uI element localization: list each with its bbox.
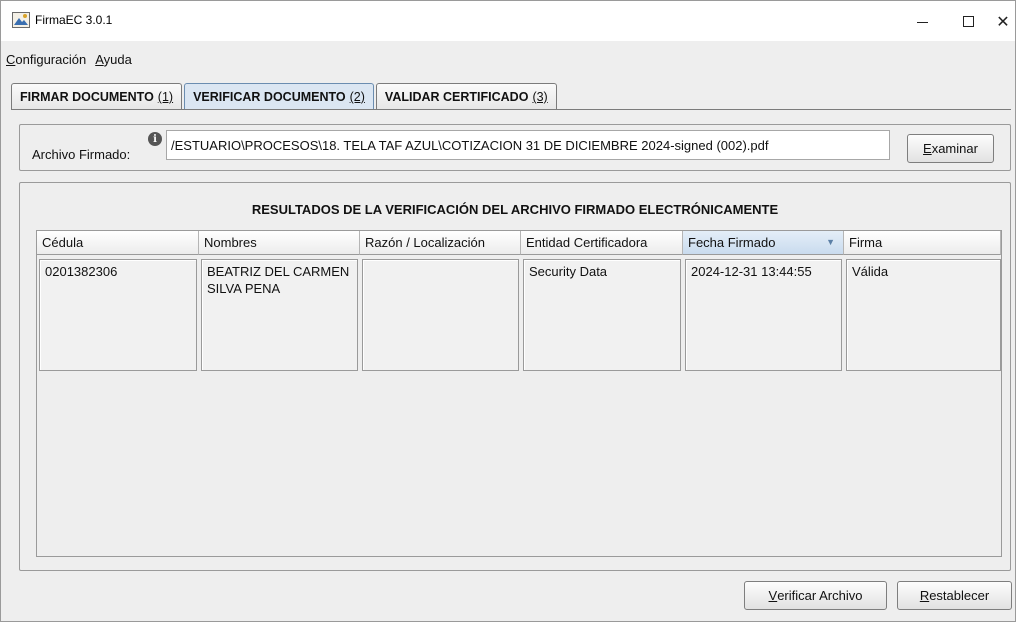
title-bar: FirmaEC 3.0.1 ✕: [1, 1, 1015, 41]
archivo-firmado-input[interactable]: [166, 130, 890, 160]
cell-entidad: Security Data: [523, 259, 681, 371]
tab-verificar-label: VERIFICAR DOCUMENTO: [193, 90, 346, 104]
sort-descending-icon: ▼: [826, 237, 835, 247]
tab-firmar-documento[interactable]: FIRMAR DOCUMENTO (1): [11, 83, 183, 110]
minimize-button[interactable]: [899, 1, 945, 41]
close-button[interactable]: ✕: [991, 1, 1015, 41]
column-header-firma[interactable]: Firma: [844, 231, 1001, 255]
cell-fecha: 2024-12-31 13:44:55: [685, 259, 842, 371]
archivo-firmado-label: Archivo Firmado:: [32, 147, 131, 162]
file-panel: Archivo Firmado: i Examinar: [19, 124, 1011, 171]
column-header-entidad[interactable]: Entidad Certificadora: [521, 231, 683, 255]
info-icon[interactable]: i: [148, 132, 162, 146]
maximize-button[interactable]: [945, 1, 991, 41]
cell-cedula: 0201382306: [39, 259, 197, 371]
tab-bar: FIRMAR DOCUMENTO (1) VERIFICAR DOCUMENTO…: [11, 82, 559, 110]
tab-validar-label: VALIDAR CERTIFICADO: [384, 90, 529, 104]
restablecer-button[interactable]: Restablecer: [897, 581, 1012, 610]
tab-firmar-shortcut: (1): [157, 90, 174, 104]
menu-ayuda[interactable]: Ayuda: [90, 52, 136, 67]
app-window: FirmaEC 3.0.1 ✕ Configuración Ayuda FIRM…: [0, 0, 1016, 622]
column-header-fecha[interactable]: Fecha Firmado ▼: [683, 231, 844, 255]
tab-verificar-shortcut: (2): [349, 90, 365, 104]
close-icon: ✕: [996, 11, 1010, 31]
menu-bar: Configuración Ayuda: [1, 48, 136, 70]
examinar-mnemonic: E: [923, 141, 932, 156]
tab-verificar-documento[interactable]: VERIFICAR DOCUMENTO (2): [184, 83, 374, 110]
verificar-mnemonic: V: [768, 588, 778, 603]
table-header: Cédula Nombres Razón / Localización Enti…: [37, 231, 1001, 255]
menu-configuracion[interactable]: Configuración: [1, 52, 90, 67]
window-title: FirmaEC 3.0.1: [35, 13, 113, 27]
examinar-button[interactable]: Examinar: [907, 134, 994, 163]
table-row[interactable]: 0201382306 BEATRIZ DEL CARMEN SILVA PENA…: [37, 259, 1001, 371]
tab-validar-shortcut: (3): [532, 90, 548, 104]
maximize-icon: [962, 15, 974, 27]
verificar-label: erificar Archivo: [777, 588, 863, 603]
menu-ayuda-mnemonic: A: [95, 51, 104, 67]
minimize-icon: [916, 21, 928, 23]
tab-firmar-label: FIRMAR DOCUMENTO: [20, 90, 154, 104]
column-header-fecha-label: Fecha Firmado: [688, 235, 776, 250]
tab-divider: [11, 109, 1011, 110]
verificar-archivo-button[interactable]: Verificar Archivo: [744, 581, 887, 610]
menu-ayuda-label: yuda: [103, 51, 132, 67]
restablecer-mnemonic: R: [919, 588, 930, 603]
results-table: Cédula Nombres Razón / Localización Enti…: [36, 230, 1002, 557]
firmaec-app-icon: [12, 12, 30, 28]
column-header-nombres[interactable]: Nombres: [199, 231, 360, 255]
results-panel: RESULTADOS DE LA VERIFICACIÓN DEL ARCHIV…: [19, 182, 1011, 571]
cell-razon: [362, 259, 519, 371]
menu-configuracion-label: onfiguración: [15, 51, 87, 67]
results-title: RESULTADOS DE LA VERIFICACIÓN DEL ARCHIV…: [251, 202, 779, 217]
examinar-label: xaminar: [931, 141, 978, 156]
column-header-cedula[interactable]: Cédula: [37, 231, 199, 255]
tab-validar-certificado[interactable]: VALIDAR CERTIFICADO (3): [375, 83, 557, 110]
restablecer-label: establecer: [929, 588, 990, 603]
menu-configuracion-mnemonic: C: [6, 51, 16, 67]
cell-nombres: BEATRIZ DEL CARMEN SILVA PENA: [201, 259, 358, 371]
cell-firma: Válida: [846, 259, 1001, 371]
column-header-razon[interactable]: Razón / Localización: [360, 231, 521, 255]
